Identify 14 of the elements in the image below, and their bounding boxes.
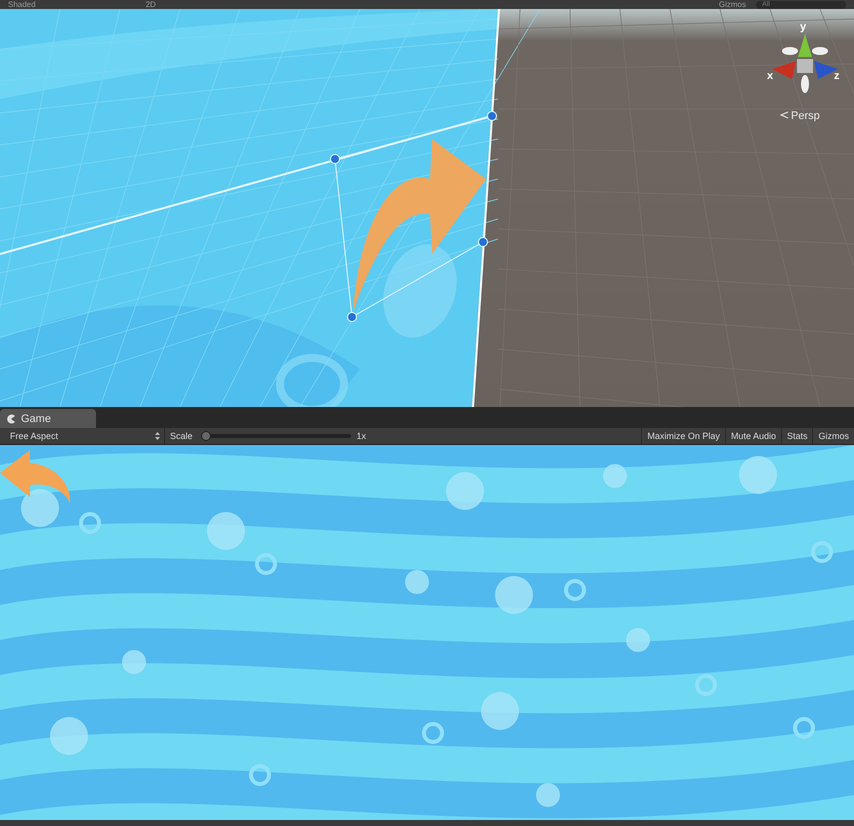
pacman-icon	[6, 414, 16, 424]
gizmos-dropdown[interactable]: Gizmos	[718, 0, 746, 9]
axis-label: y	[800, 21, 806, 33]
chevron-icon	[780, 111, 789, 119]
projection-label[interactable]: Persp	[780, 110, 820, 123]
axis-label: z	[834, 70, 840, 82]
updown-caret-icon	[155, 432, 160, 440]
scale-value: 1x	[356, 431, 366, 441]
shading-dropdown[interactable]: Shaded	[8, 0, 36, 9]
axis-label: x	[767, 70, 774, 82]
game-tab[interactable]: Game	[0, 409, 96, 428]
2d-toggle[interactable]: 2D	[146, 0, 156, 9]
aspect-dropdown[interactable]: Free Aspect	[0, 428, 165, 444]
scale-label: Scale	[170, 431, 193, 441]
